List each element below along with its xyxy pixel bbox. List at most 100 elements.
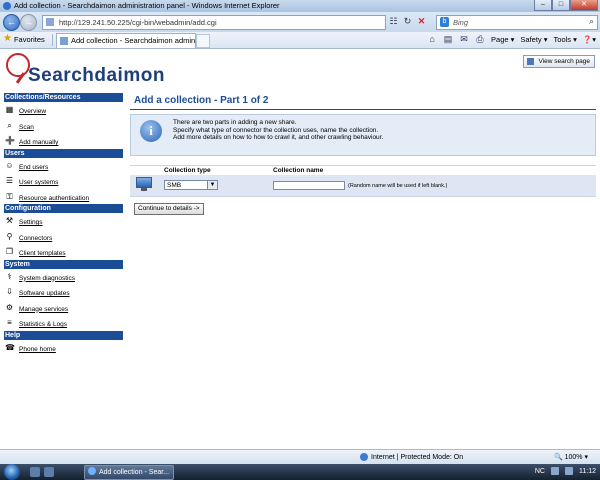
- users-icon: ☺: [5, 160, 14, 170]
- sidebar-item[interactable]: ⚙ Manage services: [4, 300, 123, 316]
- show-desktop-icon[interactable]: [30, 467, 40, 477]
- feeds-icon[interactable]: ▤: [443, 34, 453, 44]
- collection-name-input[interactable]: [273, 181, 345, 190]
- searchdaimon-logo: Searchdaimon: [6, 53, 196, 87]
- diagnostics-icon: ⚕: [7, 271, 12, 281]
- chevron-down-icon[interactable]: ▼: [207, 181, 217, 189]
- sidebar-item[interactable]: ☎ Phone home: [4, 340, 123, 356]
- info-icon: i: [140, 120, 162, 142]
- sidebar-item-label[interactable]: End users: [19, 164, 48, 171]
- search-placeholder: Bing: [453, 18, 469, 27]
- tools-menu[interactable]: Tools ▾: [554, 35, 577, 44]
- sidebar-item[interactable]: ≡ Statistics & Logs: [4, 315, 123, 331]
- volume-icon[interactable]: [565, 467, 573, 475]
- globe-icon: [360, 453, 368, 461]
- overview-icon: ▦: [5, 105, 14, 114]
- sidebar-item-label[interactable]: Phone home: [19, 346, 56, 353]
- sidebar-item-label[interactable]: Resource authentication: [19, 195, 89, 202]
- sidebar-item-label[interactable]: Scan: [19, 124, 34, 131]
- sidebar-item-label[interactable]: Software updates: [19, 290, 70, 297]
- page-menu[interactable]: Page ▾: [491, 35, 514, 44]
- continue-button[interactable]: Continue to details ->: [134, 203, 204, 215]
- sidebar-item[interactable]: ☰ User systems: [4, 173, 123, 189]
- sidebar-section-header: Configuration: [4, 204, 123, 213]
- search-input[interactable]: b Bing ⌕: [436, 15, 598, 30]
- safety-menu[interactable]: Safety ▾: [520, 35, 547, 44]
- sidebar-item-label[interactable]: Client templates: [19, 250, 66, 257]
- sidebar-item-label[interactable]: Overview: [19, 108, 46, 115]
- address-bar[interactable]: http://129.241.50.225/cgi-bin/webadmin/a…: [42, 15, 386, 30]
- info-box: i There are two parts in adding a new sh…: [130, 114, 596, 156]
- ie-task-icon: [88, 467, 96, 475]
- sidebar-item[interactable]: ⇩ Software updates: [4, 284, 123, 300]
- url-text: http://129.241.50.225/cgi-bin/webadmin/a…: [59, 18, 217, 27]
- window-titlebar: Add collection - Searchdaimon administra…: [0, 0, 600, 12]
- view-search-page-button[interactable]: View search page: [523, 55, 595, 68]
- main-panel: Add a collection - Part 1 of 2 i There a…: [130, 93, 596, 215]
- search-page-icon: [527, 58, 535, 65]
- sidebar-item[interactable]: ⚒ Settings: [4, 213, 123, 229]
- scan-icon: ⌕: [7, 120, 12, 130]
- clock[interactable]: 11:12: [579, 468, 596, 475]
- maximize-button[interactable]: □: [552, 0, 570, 11]
- sidebar-item-label[interactable]: System diagnostics: [19, 275, 75, 282]
- taskbar-ie-button[interactable]: Add collection - Sear...: [84, 465, 174, 480]
- sidebar-item-label[interactable]: Statistics & Logs: [19, 321, 67, 328]
- sidebar-item[interactable]: ☺ End users: [4, 158, 123, 174]
- language-indicator[interactable]: NC: [535, 468, 545, 475]
- favorites-bar: ★ Favorites Add collection - Searchdaimo…: [0, 32, 600, 49]
- collection-name-header: Collection name: [273, 167, 324, 174]
- collection-type-header: Collection type: [164, 167, 211, 174]
- sidebar-item[interactable]: ▦ Overview: [4, 102, 123, 118]
- updates-icon: ⇩: [6, 287, 13, 296]
- switch-windows-icon[interactable]: [44, 467, 54, 477]
- mail-icon[interactable]: ✉: [459, 34, 469, 44]
- sidebar-item[interactable]: ⚿ Resource authentication: [4, 189, 123, 205]
- security-zone[interactable]: Internet | Protected Mode: On: [360, 453, 463, 461]
- close-button[interactable]: ✕: [570, 0, 598, 11]
- task-label: Add collection - Sear...: [99, 469, 170, 476]
- minimize-button[interactable]: –: [534, 0, 552, 11]
- favorites-button[interactable]: ★ Favorites: [3, 34, 45, 44]
- tab-page-icon: [60, 37, 68, 45]
- magnifier-icon: [6, 53, 30, 77]
- forward-button[interactable]: →: [20, 14, 37, 31]
- sidebar-section-header: System: [4, 259, 123, 269]
- search-icon[interactable]: ⌕: [589, 16, 594, 27]
- sidebar-item-label[interactable]: Manage services: [19, 306, 68, 313]
- divider: [52, 34, 53, 46]
- start-button[interactable]: [4, 464, 20, 480]
- address-toolbar: ← → http://129.241.50.225/cgi-bin/webadm…: [0, 12, 600, 32]
- templates-icon: ❐: [5, 247, 14, 256]
- status-bar: Internet | Protected Mode: On 🔍 100% ▾: [0, 449, 600, 465]
- sidebar-item-label[interactable]: Add manually: [19, 139, 58, 146]
- sidebar: Collections/Resources ▦ Overview ⌕ Scan ➕ Add …: [4, 93, 123, 355]
- sidebar-item-label[interactable]: User systems: [19, 179, 58, 186]
- sidebar-item[interactable]: ⌕ Scan: [4, 118, 123, 134]
- sidebar-item-label[interactable]: Connectors: [19, 235, 52, 242]
- phone-home-icon: ☎: [5, 342, 15, 352]
- compatibility-icon[interactable]: ☷: [388, 16, 399, 27]
- connectors-icon: ⚲: [6, 231, 13, 241]
- sidebar-item[interactable]: ⚲ Connectors: [4, 229, 123, 245]
- home-icon[interactable]: ⌂: [427, 34, 437, 44]
- network-icon[interactable]: [551, 467, 559, 475]
- sidebar-item[interactable]: ⚕ System diagnostics: [4, 269, 123, 285]
- back-button[interactable]: ←: [3, 14, 20, 31]
- collection-type-select[interactable]: SMB ▼: [164, 180, 218, 190]
- browser-tab[interactable]: Add collection - Searchdaimon admin...: [56, 33, 202, 48]
- refresh-icon[interactable]: ↻: [402, 16, 413, 27]
- print-icon[interactable]: ⎙: [475, 34, 485, 44]
- sidebar-item-label[interactable]: Settings: [19, 219, 43, 226]
- help-menu[interactable]: ❓▾: [583, 35, 596, 44]
- sidebar-item[interactable]: ❐ Client templates: [4, 244, 123, 260]
- zoom-control[interactable]: 🔍 100% ▾: [554, 453, 588, 461]
- new-tab-button[interactable]: [196, 34, 210, 48]
- sidebar-section-header: Users: [4, 148, 123, 158]
- auth-icon: ⚿: [6, 191, 13, 201]
- info-line: There are two parts in adding a new shar…: [173, 119, 297, 126]
- info-line: Specify what type of connector the colle…: [173, 126, 379, 134]
- sidebar-item[interactable]: ➕ Add manually: [4, 133, 123, 149]
- form-header: Collection type Collection name: [130, 166, 596, 175]
- stop-icon[interactable]: ✕: [416, 16, 427, 27]
